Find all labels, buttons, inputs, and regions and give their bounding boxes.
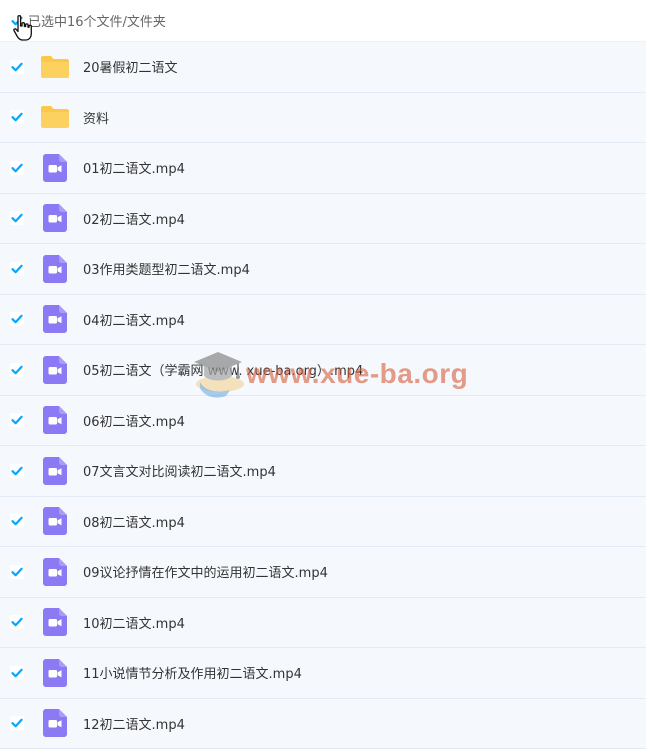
video-file-icon: [42, 557, 67, 586]
file-name[interactable]: 09议论抒情在作文中的运用初二语文.mp4: [83, 562, 328, 581]
file-row[interactable]: 07文言文对比阅读初二语文.mp4: [0, 446, 646, 497]
folder-icon: [40, 55, 69, 78]
file-name[interactable]: 资料: [83, 108, 109, 127]
row-checkbox[interactable]: [10, 362, 24, 377]
file-name[interactable]: 04初二语文.mp4: [83, 310, 185, 329]
file-row[interactable]: 12初二语文.mp4: [0, 698, 646, 749]
row-checkbox[interactable]: [10, 110, 24, 125]
row-checkbox[interactable]: [10, 564, 24, 579]
video-file-icon: [39, 507, 70, 536]
video-file-icon: [42, 204, 67, 233]
file-row[interactable]: 06初二语文.mp4: [0, 395, 646, 446]
video-file-icon: [39, 709, 70, 738]
check-icon: [11, 718, 23, 728]
file-row[interactable]: 20暑假初二语文: [0, 42, 646, 93]
file-name[interactable]: 07文言文对比阅读初二语文.mp4: [83, 461, 276, 480]
video-file-icon: [42, 305, 67, 334]
video-file-icon: [42, 608, 67, 637]
selection-count-label: 已选中16个文件/文件夹: [28, 15, 166, 30]
hand-cursor-icon: [13, 15, 32, 41]
video-file-icon: [39, 557, 70, 586]
row-checkbox[interactable]: [10, 211, 24, 226]
file-list: 20暑假初二语文 资料 01初二语文.mp4 02初二语文.mp4 03作用类题型初二语…: [0, 42, 646, 749]
check-icon: [11, 163, 23, 173]
video-file-icon: [39, 406, 70, 435]
file-row[interactable]: 02初二语文.mp4: [0, 193, 646, 244]
video-file-icon: [42, 355, 67, 384]
check-icon: [11, 516, 23, 526]
check-icon: [11, 466, 23, 476]
file-row[interactable]: 11小说情节分析及作用初二语文.mp4: [0, 648, 646, 699]
row-checkbox[interactable]: [10, 514, 24, 529]
video-file-icon: [42, 507, 67, 536]
file-name[interactable]: 20暑假初二语文: [83, 57, 178, 76]
check-icon: [11, 365, 23, 375]
file-list-panel: 已选中16个文件/文件夹 20暑假初二语文 资料 01初二语文.mp4 02初二语文.…: [0, 0, 646, 750]
row-checkbox[interactable]: [10, 716, 24, 731]
row-checkbox[interactable]: [10, 59, 24, 74]
file-row[interactable]: 资料: [0, 92, 646, 143]
video-file-icon: [39, 355, 70, 384]
video-file-icon: [39, 658, 70, 687]
check-icon: [11, 617, 23, 627]
row-checkbox[interactable]: [10, 312, 24, 327]
folder-icon: [40, 106, 69, 129]
video-file-icon: [42, 456, 67, 485]
video-file-icon: [39, 204, 70, 233]
row-checkbox[interactable]: [10, 160, 24, 175]
file-name[interactable]: 08初二语文.mp4: [83, 512, 185, 531]
file-name[interactable]: 10初二语文.mp4: [83, 613, 185, 632]
video-file-icon: [39, 456, 70, 485]
file-name[interactable]: 06初二语文.mp4: [83, 411, 185, 430]
check-icon: [11, 415, 23, 425]
video-file-icon: [42, 406, 67, 435]
video-file-icon: [42, 153, 67, 182]
file-row[interactable]: 09议论抒情在作文中的运用初二语文.mp4: [0, 547, 646, 598]
check-icon: [11, 314, 23, 324]
file-row[interactable]: 05初二语文（学霸网 www. xue-ba.org）.mp4: [0, 345, 646, 396]
row-checkbox[interactable]: [10, 463, 24, 478]
check-icon: [11, 62, 23, 72]
row-checkbox[interactable]: [10, 665, 24, 680]
file-row[interactable]: 10初二语文.mp4: [0, 597, 646, 648]
folder-icon: [39, 53, 70, 81]
file-row[interactable]: 08初二语文.mp4: [0, 496, 646, 547]
file-name[interactable]: 03作用类题型初二语文.mp4: [83, 259, 250, 278]
file-name[interactable]: 02初二语文.mp4: [83, 209, 185, 228]
folder-icon: [39, 103, 70, 131]
check-icon: [11, 264, 23, 274]
file-name[interactable]: 05初二语文（学霸网 www. xue-ba.org）.mp4: [83, 360, 363, 379]
row-checkbox[interactable]: [10, 413, 24, 428]
file-row[interactable]: 04初二语文.mp4: [0, 294, 646, 345]
check-icon: [11, 213, 23, 223]
check-icon: [11, 112, 23, 122]
video-file-icon: [39, 305, 70, 334]
selection-header: 已选中16个文件/文件夹: [0, 0, 646, 42]
file-name[interactable]: 01初二语文.mp4: [83, 158, 185, 177]
row-checkbox[interactable]: [10, 261, 24, 276]
row-checkbox[interactable]: [10, 615, 24, 630]
file-name[interactable]: 11小说情节分析及作用初二语文.mp4: [83, 663, 302, 682]
check-icon: [11, 567, 23, 577]
video-file-icon: [39, 153, 70, 182]
video-file-icon: [42, 254, 67, 283]
video-file-icon: [39, 608, 70, 637]
video-file-icon: [42, 709, 67, 738]
file-row[interactable]: 01初二语文.mp4: [0, 143, 646, 194]
file-row[interactable]: 03作用类题型初二语文.mp4: [0, 244, 646, 295]
video-file-icon: [39, 254, 70, 283]
check-icon: [11, 668, 23, 678]
video-file-icon: [42, 658, 67, 687]
file-name[interactable]: 12初二语文.mp4: [83, 714, 185, 733]
